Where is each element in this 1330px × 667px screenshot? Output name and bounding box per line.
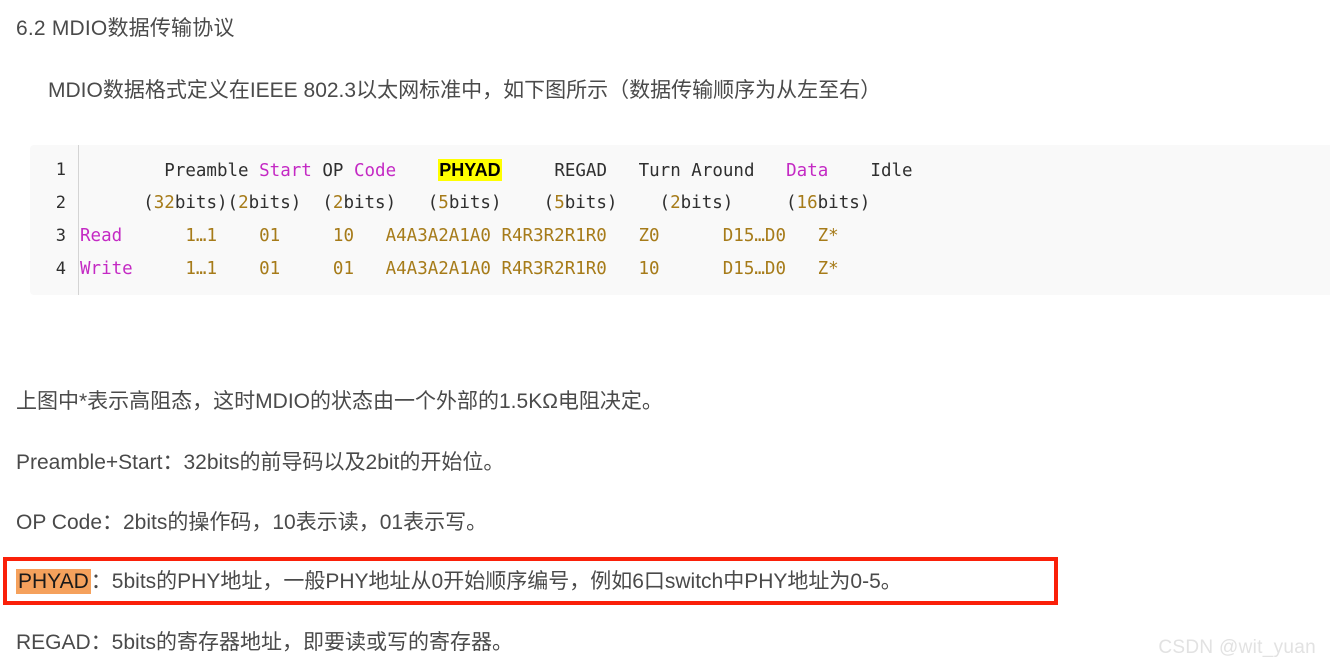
code-token: Z* bbox=[817, 259, 839, 279]
code-token: bits) ( bbox=[564, 193, 671, 213]
code-token: 5 bbox=[438, 193, 449, 213]
paragraph-op-code: OP Code：2bits的操作码，10表示读，01表示写。 bbox=[16, 511, 488, 534]
code-token-highlight: PHYAD bbox=[438, 159, 502, 181]
code-token: Code bbox=[353, 161, 397, 181]
code-token: Idle bbox=[828, 161, 913, 181]
code-line-number: 3 bbox=[55, 226, 66, 246]
code-line: Write 1…1 01 01 A4A3A2A1A0 R4R3R2R1R0 10… bbox=[80, 253, 839, 286]
paragraph-preamble-start: Preamble+Start：32bits的前导码以及2bit的开始位。 bbox=[16, 451, 505, 474]
code-token: A4A3A2A1A0 R4R3R2R1R0 bbox=[385, 226, 607, 246]
intro-paragraph: MDIO数据格式定义在IEEE 802.3以太网标准中，如下图所示（数据传输顺序… bbox=[48, 79, 882, 102]
code-token: D15…D0 bbox=[722, 259, 786, 279]
code-token: 10 bbox=[638, 259, 660, 279]
phyad-highlight-mark: PHYAD bbox=[16, 569, 91, 594]
code-content: Preamble Start OP Code PHYAD REGAD Turn … bbox=[80, 145, 1330, 295]
phyad-callout-box: PHYAD：5bits的PHY地址，一般PHY地址从0开始顺序编号，例如6口sw… bbox=[3, 557, 1058, 605]
code-token: bits) ( bbox=[448, 193, 555, 213]
code-token: 5 bbox=[554, 193, 565, 213]
code-token: bits) ( bbox=[248, 193, 333, 213]
code-token: 32 bbox=[153, 193, 175, 213]
code-token: D15…D0 bbox=[722, 226, 786, 246]
phyad-callout-text: PHYAD：5bits的PHY地址，一般PHY地址从0开始顺序编号，例如6口sw… bbox=[16, 567, 902, 597]
code-token: 2 bbox=[332, 193, 344, 213]
watermark: CSDN @wit_yuan bbox=[1158, 637, 1316, 658]
code-token: Z0 bbox=[638, 226, 660, 246]
code-line-number: 4 bbox=[55, 259, 66, 279]
code-token: 2 bbox=[670, 193, 681, 213]
code-token: REGAD Turn Around bbox=[501, 161, 787, 181]
code-line-number-gutter: 1 2 3 4 bbox=[30, 145, 79, 295]
code-token: OP bbox=[311, 161, 354, 181]
paragraph-high-impedance: 上图中*表示高阻态，这时MDIO的状态由一个外部的1.5KΩ电阻决定。 bbox=[16, 390, 663, 413]
code-token: 2 bbox=[238, 193, 249, 213]
code-token: Z* bbox=[817, 226, 839, 246]
code-token: Write bbox=[80, 259, 133, 279]
code-line: (32bits)(2bits) (2bits) (5bits) (5bits) … bbox=[80, 187, 870, 220]
section-heading: 6.2 MDIO数据传输协议 bbox=[16, 17, 235, 40]
code-token: bits) ( bbox=[680, 193, 797, 213]
paragraph-regad: REGAD：5bits的寄存器地址，即要读或写的寄存器。 bbox=[16, 631, 514, 654]
code-line: Read 1…1 01 10 A4A3A2A1A0 R4R3R2R1R0 Z0 … bbox=[80, 220, 839, 253]
code-token: 1…1 bbox=[185, 259, 217, 279]
code-token: A4A3A2A1A0 R4R3R2R1R0 bbox=[385, 259, 607, 279]
code-token: Preamble bbox=[80, 161, 260, 181]
code-block: 1 2 3 4 Preamble Start OP Code PHYAD REGAD … bbox=[30, 145, 1330, 295]
code-token: 10 bbox=[332, 226, 354, 246]
code-token: 01 bbox=[332, 259, 354, 279]
code-token: bits)( bbox=[174, 193, 239, 213]
code-token: 16 bbox=[796, 193, 818, 213]
phyad-callout-rest: ：5bits的PHY地址，一般PHY地址从0开始顺序编号，例如6口switch中… bbox=[90, 570, 902, 593]
code-token: ( bbox=[80, 193, 154, 213]
code-line-number: 1 bbox=[55, 160, 66, 180]
code-token: Data bbox=[786, 161, 829, 181]
code-token: bits) ( bbox=[343, 193, 439, 213]
code-line-number: 2 bbox=[55, 193, 66, 213]
code-line: Preamble Start OP Code PHYAD REGAD Turn … bbox=[80, 154, 913, 188]
code-token: bits) bbox=[817, 193, 871, 213]
code-token: Read bbox=[80, 226, 123, 246]
code-token: 01 bbox=[259, 259, 281, 279]
code-token: Start bbox=[259, 161, 312, 181]
code-token: 1…1 bbox=[185, 226, 217, 246]
code-token: 01 bbox=[259, 226, 281, 246]
